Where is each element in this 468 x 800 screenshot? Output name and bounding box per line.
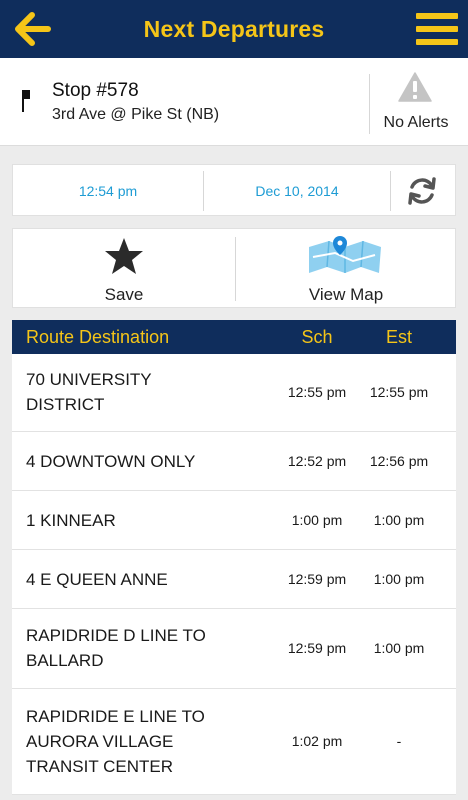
time-selector[interactable]: 12:54 pm <box>13 165 203 217</box>
table-row[interactable]: RAPIDRIDE E LINE TO AURORA VILLAGE TRANS… <box>12 689 456 795</box>
estimated-time: 12:55 pm <box>369 384 429 400</box>
stop-number: Stop #578 <box>52 80 139 101</box>
stop-name: 3rd Ave @ Pike St (NB) <box>52 106 220 123</box>
save-button[interactable]: Save <box>13 229 235 309</box>
estimated-time: - <box>396 733 402 749</box>
divider <box>390 171 391 211</box>
divider <box>369 74 370 134</box>
back-arrow-icon[interactable] <box>10 9 54 49</box>
departures-list: 70 UNIVERSITY DISTRICT 12:55 pm 12:55 pm… <box>12 354 456 795</box>
route-destination: 1 KINNEAR <box>26 511 116 530</box>
route-destination: RAPIDRIDE E LINE TO AURORA VILLAGE TRANS… <box>26 707 205 776</box>
save-label: Save <box>104 285 144 304</box>
star-icon <box>105 238 143 274</box>
column-header-scheduled: Sch <box>301 327 333 347</box>
departures-table-header: Route Destination Sch Est <box>12 320 456 354</box>
route-destination: 4 E QUEEN ANNE <box>26 570 168 589</box>
page-title: Next Departures <box>143 15 325 42</box>
scheduled-time: 12:55 pm <box>287 384 347 400</box>
route-destination: 4 DOWNTOWN ONLY <box>26 452 196 471</box>
table-row[interactable]: 4 DOWNTOWN ONLY 12:52 pm 12:56 pm <box>12 432 456 491</box>
app-header: Next Departures <box>0 0 468 58</box>
time-date-bar: 12:54 pm Dec 10, 2014 <box>12 164 456 216</box>
route-destination: 70 UNIVERSITY DISTRICT <box>26 370 152 414</box>
table-row[interactable]: 70 UNIVERSITY DISTRICT 12:55 pm 12:55 pm <box>12 354 456 432</box>
alerts-status[interactable]: No Alerts <box>374 114 458 132</box>
route-destination: RAPIDRIDE D LINE TO BALLARD <box>26 626 206 670</box>
stop-info-panel: Stop #578 3rd Ave @ Pike St (NB) No Aler… <box>0 58 468 146</box>
table-row[interactable]: RAPIDRIDE D LINE TO BALLARD 12:59 pm 1:0… <box>12 609 456 689</box>
column-header-estimated: Est <box>385 327 412 347</box>
estimated-time: 1:00 pm <box>373 640 425 656</box>
estimated-time: 12:56 pm <box>369 453 429 469</box>
scheduled-time: 12:59 pm <box>287 571 347 587</box>
scheduled-time: 12:59 pm <box>287 640 347 656</box>
refresh-icon[interactable] <box>405 175 439 207</box>
scheduled-time: 1:02 pm <box>291 733 343 749</box>
scheduled-time: 12:52 pm <box>287 453 347 469</box>
table-row[interactable]: 1 KINNEAR 1:00 pm 1:00 pm <box>12 491 456 550</box>
hamburger-menu-icon[interactable] <box>416 9 458 49</box>
estimated-time: 1:00 pm <box>373 512 425 528</box>
alert-warning-icon[interactable] <box>398 72 432 102</box>
view-map-label: View Map <box>308 285 384 304</box>
table-row[interactable]: 4 E QUEEN ANNE 12:59 pm 1:00 pm <box>12 550 456 609</box>
action-bar: Save View Map <box>12 228 456 308</box>
estimated-time: 1:00 pm <box>373 571 425 587</box>
scheduled-time: 1:00 pm <box>291 512 343 528</box>
date-selector[interactable]: Dec 10, 2014 <box>204 165 390 217</box>
map-icon <box>309 236 381 273</box>
view-map-button[interactable]: View Map <box>235 229 457 309</box>
flag-icon <box>22 90 30 112</box>
column-header-destination: Route Destination <box>26 327 170 347</box>
